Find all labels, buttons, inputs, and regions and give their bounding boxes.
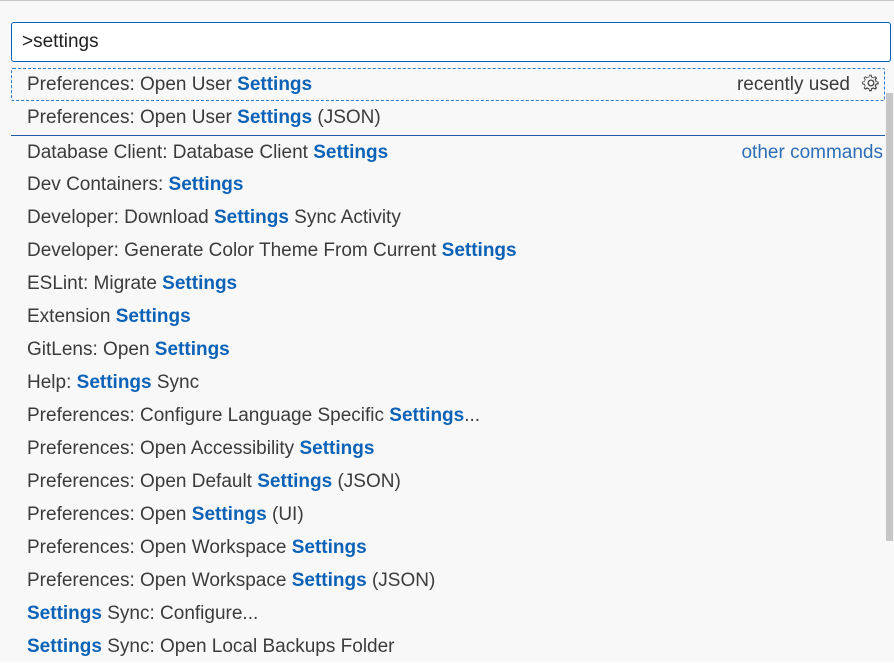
list-item[interactable]: Developer: Download Settings Sync Activi…	[11, 201, 885, 234]
list-item-label: Database Client: Database Client Setting…	[27, 142, 388, 163]
match-highlight: Settings	[27, 636, 102, 657]
match-highlight: Settings	[168, 174, 244, 195]
list-item-label: ESLint: Migrate Settings	[27, 273, 237, 294]
match-highlight: Settings	[191, 504, 267, 525]
label-text: (JSON)	[366, 570, 436, 591]
list-item-label: Preferences: Open Settings (UI)	[27, 504, 304, 525]
match-highlight: Settings	[154, 339, 230, 360]
scrollbar[interactable]	[886, 68, 894, 663]
list-item-label: Preferences: Open Workspace Settings (JS…	[27, 570, 435, 591]
match-highlight: Settings	[27, 603, 102, 624]
label-text: Preferences: Open Default	[27, 471, 258, 492]
group-label-text: other commands	[741, 142, 883, 163]
match-highlight: Settings	[237, 107, 313, 128]
list-item-label: Dev Containers: Settings	[27, 174, 243, 195]
label-text: (JSON)	[312, 107, 381, 128]
list-item[interactable]: Settings Sync: Open Local Backups Folder	[11, 630, 885, 663]
list-item-label: Preferences: Configure Language Specific…	[27, 405, 480, 426]
list-item[interactable]: Preferences: Open Workspace Settings (JS…	[11, 564, 885, 597]
list-item[interactable]: Preferences: Open User Settings recently …	[11, 68, 885, 101]
list-item[interactable]: Settings Sync: Configure...	[11, 597, 885, 630]
label-text: Developer: Download	[27, 207, 214, 228]
recently-used-label: recently used	[737, 69, 882, 100]
match-highlight: Settings	[115, 306, 191, 327]
label-text: Developer: Generate Color Theme From Cur…	[27, 240, 442, 261]
command-input-box[interactable]	[11, 22, 891, 62]
command-palette: Preferences: Open User Settings recently …	[0, 0, 894, 662]
label-text: ...	[464, 405, 481, 426]
label-text: Preferences: Open Accessibility	[27, 438, 300, 459]
list-item-label: Preferences: Open Accessibility Settings	[27, 438, 374, 459]
list-item[interactable]: Developer: Generate Color Theme From Cur…	[11, 234, 885, 267]
label-text: (UI)	[266, 504, 304, 525]
label-text: Extension	[27, 306, 116, 327]
command-input[interactable]	[22, 23, 884, 61]
match-highlight: Settings	[389, 405, 465, 426]
list-item[interactable]: Dev Containers: Settings	[11, 168, 885, 201]
label-text: Preferences: Open Workspace	[27, 570, 292, 591]
match-highlight: Settings	[162, 273, 238, 294]
list-item[interactable]: Preferences: Open Settings (UI)	[11, 498, 885, 531]
label-text: Sync	[151, 372, 200, 393]
label-text: Preferences: Open User	[27, 107, 238, 128]
list-item[interactable]: Preferences: Open Workspace Settings	[11, 531, 885, 564]
top-strip	[0, 1, 894, 9]
match-highlight: Settings	[291, 537, 367, 558]
list-item-label: Developer: Generate Color Theme From Cur…	[27, 240, 517, 261]
label-text: (JSON)	[332, 471, 401, 492]
list-item-label: Help: Settings Sync	[27, 372, 199, 393]
match-highlight: Settings	[213, 207, 289, 228]
list-item-label: Preferences: Open Default Settings (JSON…	[27, 471, 401, 492]
list-item-label: Preferences: Open User Settings	[27, 74, 312, 95]
list-item[interactable]: Preferences: Open Default Settings (JSON…	[11, 465, 885, 498]
match-highlight: Settings	[441, 240, 517, 261]
list-item-label: Developer: Download Settings Sync Activi…	[27, 207, 401, 228]
label-text: Sync Activity	[288, 207, 401, 228]
match-highlight: Settings	[299, 438, 375, 459]
list-item[interactable]: Extension Settings	[11, 300, 885, 333]
list-item-label: GitLens: Open Settings	[27, 339, 230, 360]
list-item-label: Settings Sync: Configure...	[27, 603, 258, 624]
label-text: Preferences: Open	[27, 504, 192, 525]
match-highlight: Settings	[237, 74, 313, 95]
label-text: Dev Containers:	[27, 174, 169, 195]
label-text: Preferences: Open User	[27, 74, 238, 95]
match-highlight: Settings	[257, 471, 333, 492]
label-text: GitLens: Open	[27, 339, 155, 360]
label-text: Preferences: Configure Language Specific	[27, 405, 390, 426]
list-item[interactable]: Preferences: Open Accessibility Settings	[11, 432, 885, 465]
label-text: Sync: Open Local Backups Folder	[101, 636, 395, 657]
label-text: Database Client: Database Client	[27, 142, 314, 163]
list-item-label: Preferences: Open User Settings (JSON)	[27, 107, 381, 128]
list-item-label: Settings Sync: Open Local Backups Folder	[27, 636, 395, 657]
gear-icon[interactable]	[860, 72, 882, 94]
list-item-label: Preferences: Open Workspace Settings	[27, 537, 367, 558]
list-item[interactable]: Help: Settings Sync	[11, 366, 885, 399]
group-label-text: recently used	[736, 74, 850, 95]
list-item[interactable]: GitLens: Open Settings	[11, 333, 885, 366]
match-highlight: Settings	[76, 372, 152, 393]
label-text: Help:	[27, 372, 77, 393]
match-highlight: Settings	[313, 142, 389, 163]
results-list: Preferences: Open User Settings recently …	[11, 68, 891, 663]
label-text: Sync: Configure...	[101, 603, 259, 624]
group-label: other commands	[741, 136, 883, 169]
list-item[interactable]: Database Client: Database Client Setting…	[11, 135, 885, 168]
list-item[interactable]: Preferences: Open User Settings (JSON)	[11, 101, 885, 134]
list-item[interactable]: Preferences: Configure Language Specific…	[11, 399, 885, 432]
list-item-label: Extension Settings	[27, 306, 191, 327]
match-highlight: Settings	[291, 570, 367, 591]
scrollbar-thumb[interactable]	[886, 93, 893, 541]
label-text: Preferences: Open Workspace	[27, 537, 292, 558]
list-item[interactable]: ESLint: Migrate Settings	[11, 267, 885, 300]
label-text: ESLint: Migrate	[27, 273, 163, 294]
